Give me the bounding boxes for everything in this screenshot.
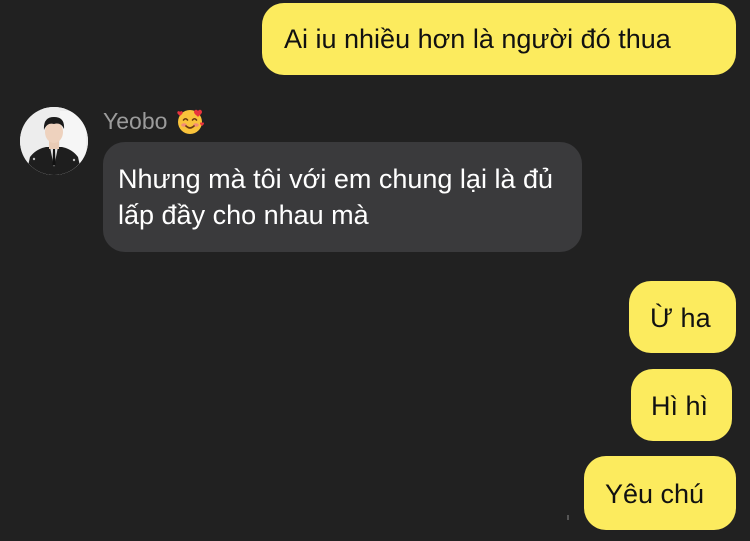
outgoing-message-bubble[interactable]: Yêu chú [584,456,736,530]
scroll-mark [567,515,569,520]
message-text: Hì hì [651,391,709,421]
sender-name: Yeobo [103,107,168,134]
outgoing-message-bubble[interactable]: Ừ ha [629,281,736,353]
message-text: Nhưng mà tôi với em chung lại là đủ lấp … [118,164,553,230]
incoming-message-bubble[interactable]: Nhưng mà tôi với em chung lại là đủ lấp … [103,142,582,252]
outgoing-message-bubble[interactable]: Hì hì [631,369,732,441]
message-text: Ừ ha [650,303,711,333]
avatar[interactable] [20,107,88,175]
sender-header: Yeobo [103,106,205,136]
person-portrait-icon [20,107,88,175]
message-text: Yêu chú [605,479,705,509]
outgoing-message-bubble[interactable]: Ai iu nhiều hơn là người đó thua [262,3,736,75]
message-text: Ai iu nhiều hơn là người đó thua [284,24,671,54]
smiling-face-with-hearts-icon [177,109,205,134]
